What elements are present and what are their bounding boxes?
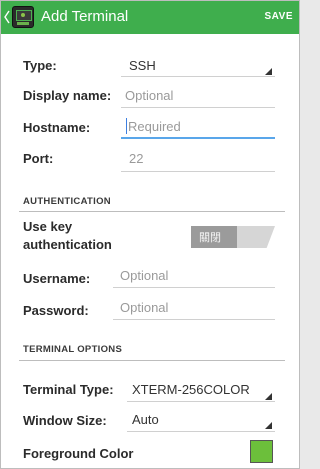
terminal-app-icon[interactable] bbox=[12, 6, 34, 28]
password-underline bbox=[113, 319, 275, 320]
type-label: Type: bbox=[23, 58, 57, 73]
foreground-color-label: Foreground Color bbox=[23, 446, 134, 461]
username-field[interactable]: Optional bbox=[120, 268, 168, 283]
window-size-label: Window Size: bbox=[23, 413, 107, 428]
save-button[interactable]: SAVE bbox=[265, 11, 294, 22]
page-title: Add Terminal bbox=[41, 8, 129, 25]
window-size-value: Auto bbox=[132, 412, 159, 427]
authentication-section-title: AUTHENTICATION bbox=[23, 196, 111, 207]
add-terminal-screen: Add Terminal SAVE Type: SSH Display name… bbox=[0, 0, 300, 469]
display-name-underline bbox=[121, 107, 275, 108]
username-underline bbox=[113, 287, 275, 288]
toggle-state-text: 關閉 bbox=[199, 231, 221, 244]
port-underline bbox=[121, 171, 275, 172]
section-divider bbox=[19, 360, 285, 361]
display-name-field[interactable]: Optional bbox=[125, 88, 173, 103]
display-name-label: Display name: bbox=[23, 88, 112, 103]
password-label: Password: bbox=[23, 303, 89, 318]
use-key-label-line2: authentication bbox=[23, 237, 112, 252]
port-field[interactable]: 22 bbox=[129, 151, 143, 166]
text-cursor bbox=[126, 118, 127, 134]
spinner-arrow-icon bbox=[265, 422, 272, 429]
use-key-label-line1: Use key bbox=[23, 219, 73, 234]
section-divider bbox=[19, 211, 285, 212]
terminal-type-label: Terminal Type: bbox=[23, 382, 114, 397]
hostname-label: Hostname: bbox=[23, 120, 91, 135]
spinner-arrow-icon bbox=[265, 393, 272, 400]
password-field[interactable]: Optional bbox=[120, 300, 168, 315]
key-authentication-toggle[interactable]: 關閉 bbox=[191, 226, 275, 248]
terminal-type-underline bbox=[127, 401, 275, 402]
hostname-field[interactable]: Required bbox=[128, 119, 181, 134]
hostname-underline-focused bbox=[121, 137, 275, 139]
foreground-color-swatch[interactable] bbox=[250, 440, 273, 463]
type-underline bbox=[121, 76, 275, 77]
spinner-arrow-icon bbox=[265, 68, 272, 75]
terminal-options-section-title: TERMINAL OPTIONS bbox=[23, 344, 123, 355]
username-label: Username: bbox=[23, 271, 91, 286]
window-size-underline bbox=[127, 431, 275, 432]
type-value: SSH bbox=[129, 58, 156, 73]
back-chevron-icon[interactable] bbox=[4, 10, 10, 24]
port-label: Port: bbox=[23, 151, 54, 166]
action-bar: Add Terminal SAVE bbox=[1, 1, 299, 34]
terminal-type-value: XTERM-256COLOR bbox=[132, 382, 250, 397]
